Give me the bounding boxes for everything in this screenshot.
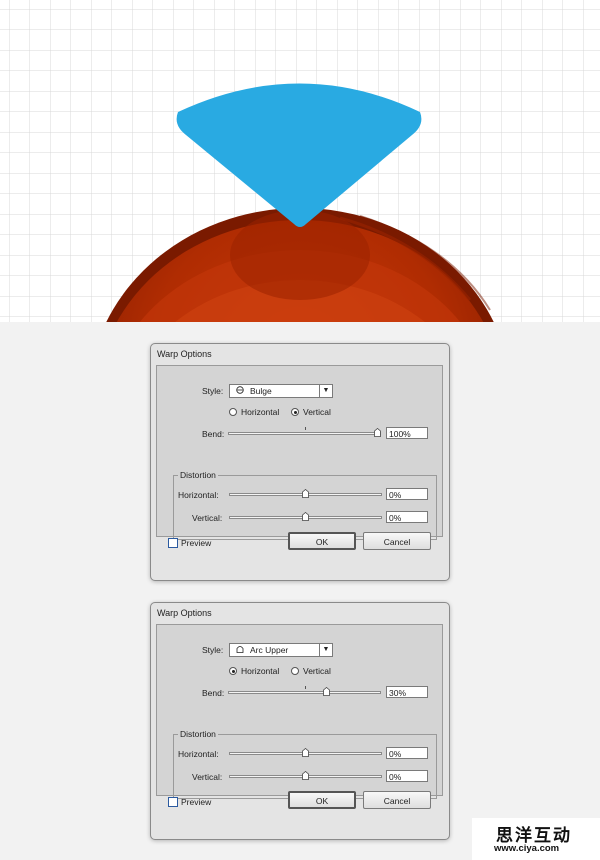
distortion-label: Distortion (178, 729, 218, 739)
style-value: Bulge (250, 386, 272, 396)
style-value: Arc Upper (250, 645, 289, 655)
chevron-down-icon[interactable]: ▼ (319, 644, 332, 656)
distortion-group: Distortion Horizontal: 0% Vertical: 0% (173, 729, 437, 799)
distortion-horizontal-label: Horizontal: (178, 490, 219, 500)
cancel-button[interactable]: Cancel (363, 532, 431, 550)
ok-button[interactable]: OK (288, 532, 356, 550)
bend-input[interactable]: 100% (386, 427, 428, 439)
bend-slider-thumb[interactable] (374, 428, 381, 437)
preview-label: Preview (181, 797, 212, 807)
horizontal-radio[interactable] (229, 408, 237, 416)
distortion-horizontal-thumb[interactable] (302, 489, 309, 498)
warp-options-dialog-1: Warp Options Style: Bulge ▼ Horizontal V… (150, 343, 450, 581)
preview-label: Preview (181, 538, 212, 548)
distortion-vertical-thumb[interactable] (302, 512, 309, 521)
distortion-horizontal-label: Horizontal: (178, 749, 219, 759)
bend-center-tick (305, 427, 306, 430)
options-panel: Style: Arc Upper ▼ Horizontal Vertical B… (156, 624, 443, 799)
distortion-vertical-input[interactable]: 0% (386, 770, 428, 782)
arc-upper-icon (236, 646, 244, 653)
style-select[interactable]: Arc Upper ▼ (229, 643, 333, 657)
chevron-down-icon[interactable]: ▼ (319, 385, 332, 397)
warp-options-dialog-2: Warp Options Style: Arc Upper ▼ Horizont… (150, 602, 450, 840)
bend-input[interactable]: 30% (386, 686, 428, 698)
distortion-horizontal-input[interactable]: 0% (386, 488, 428, 500)
distortion-horizontal-input[interactable]: 0% (386, 747, 428, 759)
ok-button[interactable]: OK (288, 791, 356, 809)
bulge-icon (236, 386, 244, 394)
bend-center-tick (305, 686, 306, 689)
preview-checkbox[interactable] (168, 538, 178, 548)
vertical-radio-label: Vertical (303, 407, 331, 417)
distortion-vertical-label: Vertical: (192, 513, 223, 523)
dialog-title: Warp Options (157, 608, 212, 618)
style-label: Style: (202, 645, 224, 655)
distortion-label: Distortion (178, 470, 218, 480)
preview-checkbox[interactable] (168, 797, 178, 807)
vertical-radio[interactable] (291, 408, 299, 416)
horizontal-radio-label: Horizontal (241, 407, 280, 417)
options-panel: Style: Bulge ▼ Horizontal Vertical Bend:… (156, 365, 443, 540)
distortion-horizontal-thumb[interactable] (302, 748, 309, 757)
distortion-group: Distortion Horizontal: 0% Vertical: 0% (173, 470, 437, 540)
vertical-radio[interactable] (291, 667, 299, 675)
style-select[interactable]: Bulge ▼ (229, 384, 333, 398)
artwork (0, 0, 600, 322)
horizontal-radio[interactable] (229, 667, 237, 675)
vertical-radio-label: Vertical (303, 666, 331, 676)
dialog-title: Warp Options (157, 349, 212, 359)
distortion-vertical-thumb[interactable] (302, 771, 309, 780)
bend-slider[interactable] (228, 432, 381, 435)
watermark-url: www.ciya.com (494, 843, 560, 854)
bend-label: Bend: (202, 429, 225, 439)
distortion-vertical-input[interactable]: 0% (386, 511, 428, 523)
distortion-vertical-label: Vertical: (192, 772, 223, 782)
bend-slider[interactable] (228, 691, 381, 694)
artboard-canvas (0, 0, 600, 322)
bend-label: Bend: (202, 688, 225, 698)
watermark: 思洋互动 www.ciya.com (472, 818, 600, 860)
style-label: Style: (202, 386, 224, 396)
cancel-button[interactable]: Cancel (363, 791, 431, 809)
horizontal-radio-label: Horizontal (241, 666, 280, 676)
bend-slider-thumb[interactable] (322, 687, 330, 696)
